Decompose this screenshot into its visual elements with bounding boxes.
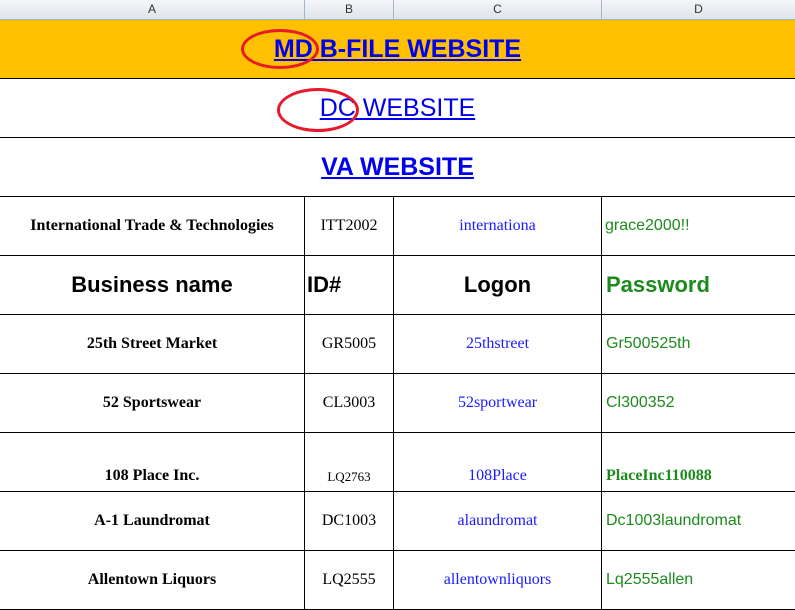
table-row: 25th Street Market GR5005 25thstreet Gr5… [0,315,795,374]
logon-cell[interactable]: allentownliquors [394,551,602,609]
va-website-link[interactable]: VA WEBSITE [321,153,474,182]
va-banner-cell[interactable]: VA WEBSITE [0,138,795,196]
business-password: Gr500525th [606,335,691,352]
column-header-a[interactable]: A [0,0,305,19]
business-name: 108 Place Inc. [104,467,200,484]
business-id: GR5005 [321,335,377,352]
header-password-cell[interactable]: Password [602,256,795,314]
header-id: ID# [307,272,342,297]
business-logon: alaundromat [457,512,538,529]
business-id: ITT2002 [320,217,378,234]
business-logon: allentownliquors [443,571,552,588]
business-logon: 108Place [468,467,527,484]
table-row: 52 Sportswear CL3003 52sportwear Cl30035… [0,374,795,433]
business-name: 52 Sportswear [102,394,202,411]
header-logon: Logon [463,272,532,297]
business-password: Lq2555allen [606,571,694,588]
md-banner-row: MD B-FILE WEBSITE [0,20,795,79]
column-header-bar: A B C D [0,0,795,20]
dc-banner-row: DC WEBSITE [0,79,795,138]
logon-cell[interactable]: 52sportwear [394,374,602,432]
business-logon: internationa [459,217,536,234]
header-logon-cell[interactable]: Logon [394,256,602,314]
password-cell[interactable]: Dc1003laundromat [602,492,795,550]
dc-banner-cell[interactable]: DC WEBSITE [0,79,795,137]
header-business: Business name [71,272,233,297]
header-password: Password [606,272,710,297]
password-cell[interactable]: Gr500525th [602,315,795,373]
md-banner-cell[interactable]: MD B-FILE WEBSITE [0,20,795,78]
business-cell[interactable]: 108 Place Inc. [0,433,305,491]
header-business-cell[interactable]: Business name [0,256,305,314]
business-cell[interactable]: 25th Street Market [0,315,305,373]
business-password: Cl300352 [606,394,675,411]
logon-cell[interactable]: alaundromat [394,492,602,550]
password-cell[interactable]: grace2000!! [602,197,795,255]
business-id: DC1003 [321,512,377,529]
business-cell[interactable]: 52 Sportswear [0,374,305,432]
business-id: LQ2763 [327,469,371,484]
table-row: International Trade & Technologies ITT20… [0,197,795,256]
password-cell[interactable]: PlaceInc110088 [602,433,795,491]
business-id: CL3003 [322,394,376,411]
id-cell[interactable]: DC1003 [305,492,394,550]
business-id: LQ2555 [322,571,376,588]
md-annotation-circle [241,29,319,69]
table-row: 108 Place Inc. LQ2763 108Place PlaceInc1… [0,433,795,492]
header-id-cell[interactable]: ID# [305,256,394,314]
logon-cell[interactable]: internationa [394,197,602,255]
business-cell[interactable]: Allentown Liquors [0,551,305,609]
business-cell[interactable]: International Trade & Technologies [0,197,305,255]
business-name: Allentown Liquors [87,571,217,588]
password-cell[interactable]: Lq2555allen [602,551,795,609]
business-name: International Trade & Technologies [30,217,274,234]
table-row: Allentown Liquors LQ2555 allentownliquor… [0,551,795,610]
business-password: PlaceInc110088 [606,467,712,484]
id-cell[interactable]: ITT2002 [305,197,394,255]
password-cell[interactable]: Cl300352 [602,374,795,432]
id-cell[interactable]: GR5005 [305,315,394,373]
table-row: A-1 Laundromat DC1003 alaundromat Dc1003… [0,492,795,551]
business-logon: 25thstreet [465,335,530,352]
business-name: 25th Street Market [86,335,218,352]
column-header-b[interactable]: B [305,0,394,19]
dc-annotation-circle [277,88,359,132]
business-cell[interactable]: A-1 Laundromat [0,492,305,550]
business-password: grace2000!! [605,217,690,234]
va-banner-row: VA WEBSITE [0,138,795,197]
logon-cell[interactable]: 25thstreet [394,315,602,373]
id-cell[interactable]: LQ2763 [305,433,394,491]
id-cell[interactable]: CL3003 [305,374,394,432]
logon-cell[interactable]: 108Place [394,433,602,491]
business-logon: 52sportwear [457,394,538,411]
table-header-row: Business name ID# Logon Password [0,256,795,315]
id-cell[interactable]: LQ2555 [305,551,394,609]
business-name: A-1 Laundromat [94,512,210,529]
column-header-c[interactable]: C [394,0,602,19]
business-password: Dc1003laundromat [606,512,742,529]
column-header-d[interactable]: D [602,0,795,19]
